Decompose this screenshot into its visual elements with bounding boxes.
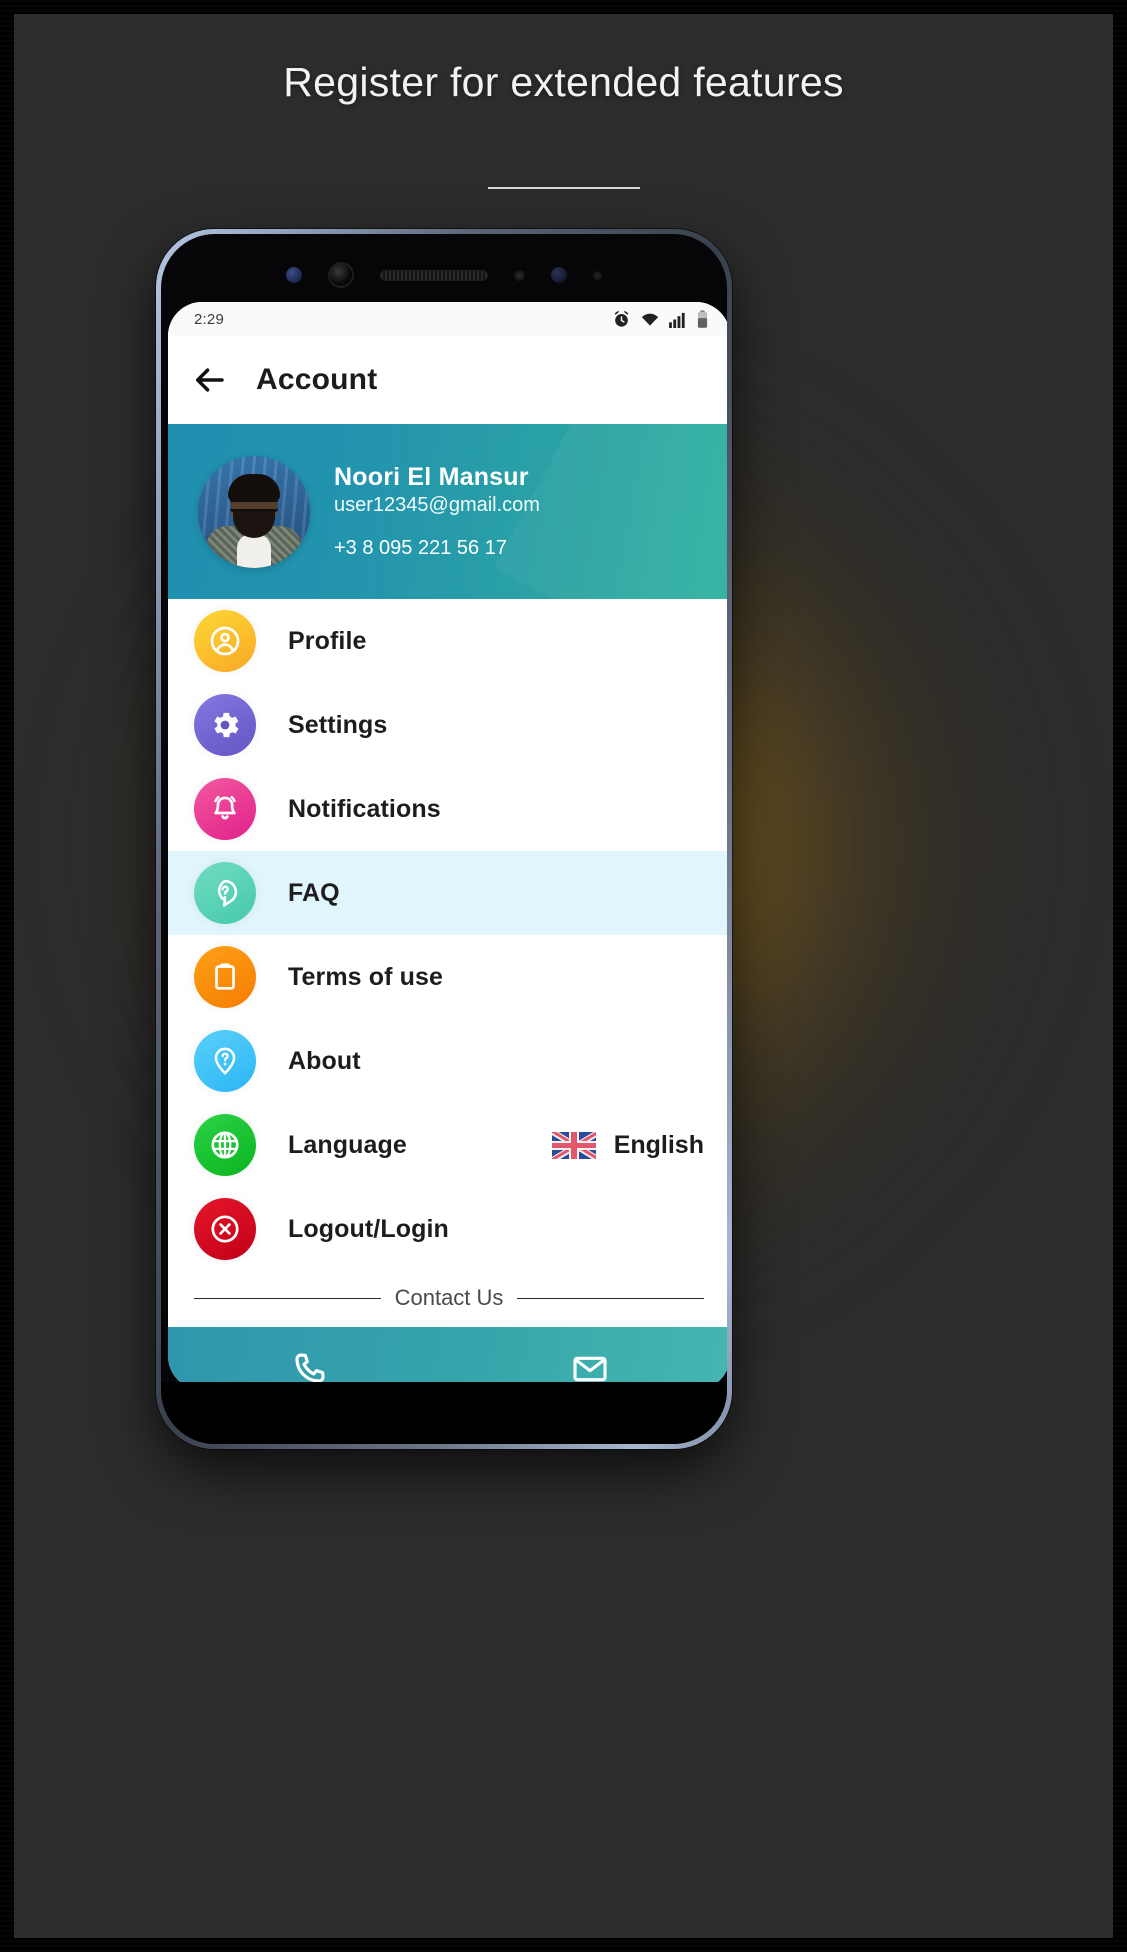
menu-item-label: Logout/Login — [288, 1214, 449, 1243]
arrow-left-icon[interactable] — [192, 362, 228, 398]
gear-icon — [194, 694, 256, 756]
language-value-group[interactable]: English — [551, 1130, 704, 1160]
phone-body: 2:29 Account Noori El Mansur user12345@g… — [161, 234, 727, 1444]
contact-us-label: Contact Us — [394, 1285, 504, 1310]
battery-icon — [697, 309, 708, 329]
close-circle-icon — [194, 1198, 256, 1260]
app-bar: Account — [168, 336, 727, 424]
menu-item-faq[interactable]: FAQ — [168, 851, 727, 935]
title-underline — [487, 187, 640, 189]
profile-header[interactable]: Noori El Mansur user12345@gmail.com +3 8… — [168, 424, 727, 599]
menu-item-label: Terms of use — [288, 962, 443, 991]
contact-footer-bar — [168, 1327, 727, 1390]
avatar-glasses — [230, 498, 278, 512]
profile-name: Noori El Mansur — [334, 462, 529, 491]
language-value: English — [613, 1130, 704, 1159]
iris-scanner-icon — [286, 267, 302, 283]
menu-item-language[interactable]: Language English — [168, 1103, 727, 1187]
menu-item-label: About — [288, 1046, 361, 1075]
page-title: Register for extended features — [283, 59, 844, 105]
proximity-sensor-icon — [514, 269, 525, 281]
screenshot-canvas: Register for extended features 2:29 Acco… — [0, 0, 1127, 1952]
bell-icon — [194, 778, 256, 840]
menu-item-label: Language — [288, 1130, 407, 1159]
menu-item-label: Profile — [288, 626, 367, 655]
divider-line-left — [194, 1297, 381, 1299]
front-camera-icon — [328, 262, 354, 288]
signal-icon — [669, 311, 688, 328]
menu-item-about[interactable]: About — [168, 1019, 727, 1103]
profile-email: user12345@gmail.com — [334, 494, 540, 517]
led-indicator-icon — [593, 270, 602, 280]
contact-us-divider: Contact Us — [168, 1271, 727, 1327]
menu-item-logout-login[interactable]: Logout/Login — [168, 1187, 727, 1271]
clipboard-icon — [194, 946, 256, 1008]
profile-details: Noori El Mansur user12345@gmail.com +3 8… — [334, 463, 540, 561]
alarm-icon — [612, 310, 631, 329]
globe-icon — [194, 1114, 256, 1176]
avatar-hair — [228, 473, 280, 502]
app-bar-title: Account — [256, 363, 378, 396]
menu-item-notifications[interactable]: Notifications — [168, 767, 727, 851]
divider-line-right — [517, 1297, 705, 1299]
earpiece-speaker-icon — [380, 269, 488, 281]
menu-item-settings[interactable]: Settings — [168, 683, 727, 767]
uk-flag-icon — [551, 1131, 596, 1159]
phone-bottom-bezel — [161, 1382, 727, 1444]
question-bubble-icon — [194, 862, 256, 924]
person-circle-icon — [194, 610, 256, 672]
account-menu-list: Profile Settings Notifications FAQ Terms… — [168, 599, 727, 1271]
menu-item-label: Settings — [288, 710, 388, 739]
presentation-stage: Register for extended features 2:29 Acco… — [14, 14, 1113, 1938]
light-sensor-icon — [551, 267, 567, 283]
menu-item-terms-of-use[interactable]: Terms of use — [168, 935, 727, 1019]
menu-item-label: Notifications — [288, 794, 441, 823]
menu-item-profile[interactable]: Profile — [168, 599, 727, 683]
avatar[interactable] — [198, 455, 310, 568]
phone-screen: 2:29 Account Noori El Mansur user12345@g… — [168, 302, 727, 1390]
pin-question-icon — [194, 1030, 256, 1092]
status-time: 2:29 — [194, 310, 224, 328]
status-icon-group — [612, 309, 708, 329]
wifi-icon — [640, 311, 660, 328]
menu-item-label: FAQ — [288, 878, 340, 907]
profile-phone: +3 8 095 221 56 17 — [334, 537, 507, 560]
avatar-shirt — [237, 533, 271, 568]
phone-mockup: 2:29 Account Noori El Mansur user12345@g… — [156, 229, 732, 1449]
phone-sensor-array — [161, 262, 727, 288]
status-bar: 2:29 — [168, 302, 727, 336]
